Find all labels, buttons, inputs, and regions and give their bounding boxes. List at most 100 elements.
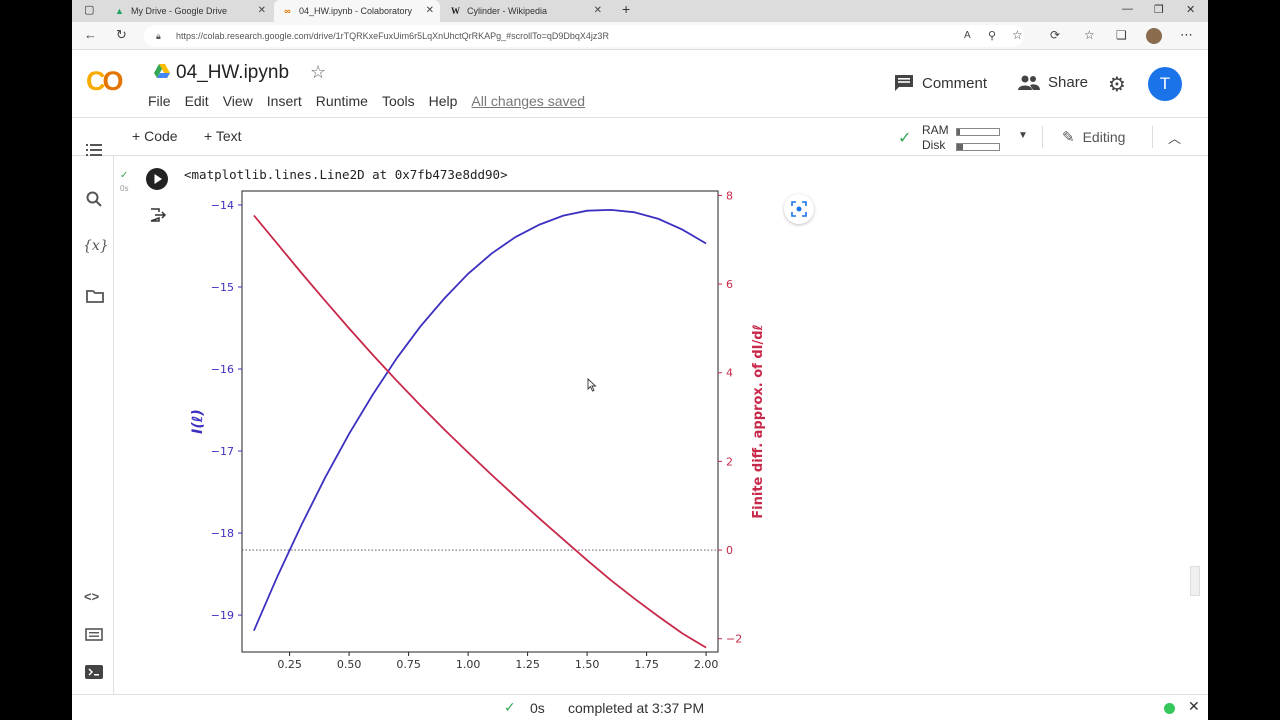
close-icon[interactable]: ✕ [594,5,602,16]
status-bar: ✓ 0s completed at 3:37 PM ✕ [72,694,1208,720]
reload-icon[interactable]: ↻ [116,27,127,43]
ram-fill [957,129,961,135]
google-drive-icon[interactable] [154,64,170,78]
scrollbar-thumb[interactable] [1190,566,1200,596]
lock-icon: 🔒︎ [156,31,161,41]
extensions-icon[interactable]: ⟳ [1050,28,1060,42]
command-palette-icon[interactable] [85,628,103,641]
status-duration: 0s [530,700,545,716]
chevron-down-icon[interactable]: ▼ [1018,130,1028,141]
left-y-tick-label: −15 [211,281,234,294]
divider [1042,126,1043,148]
close-icon[interactable]: ✕ [1188,698,1200,715]
collections-icon[interactable]: ❏ [1116,28,1127,42]
browser-tab-drive[interactable]: ▲ My Drive - Google Drive ✕ [106,0,272,22]
focus-frame-icon [791,201,807,217]
new-tab-icon[interactable]: + [622,1,630,17]
colab-header: CO 04_HW.ipynb ☆ File Edit View Insert R… [72,50,1208,118]
x-tick-label: 2.00 [694,658,719,671]
notebook-cell-area: ✓ 0s <matplotlib.lines.Line2D at 0x7fb47… [114,156,1208,694]
editing-mode-button[interactable]: ✎ Editing [1062,128,1125,146]
save-status[interactable]: All changes saved [471,93,585,109]
left-y-tick-label: −19 [211,609,234,622]
zoom-icon[interactable]: ⚲ [988,29,996,42]
left-sidebar [72,156,114,694]
browser-tab-colab[interactable]: ∞ 04_HW.ipynb - Colaboratory ✕ [274,0,440,22]
comment-icon [895,75,913,91]
add-text-button[interactable]: + Text [204,128,242,144]
menu-view[interactable]: View [223,93,253,109]
tab-actions-icon[interactable]: ▢ [84,3,94,16]
ram-label: RAM [922,123,949,137]
x-tick-label: 0.75 [396,658,421,671]
notebook-toolbar: + Code + Text ✓ RAM Disk ▼ ✎ Editing ︿ [72,118,1208,156]
menu-file[interactable]: File [148,93,171,109]
minimize-icon[interactable]: — [1122,3,1133,15]
wikipedia-icon: W [451,6,460,16]
notebook-title[interactable]: 04_HW.ipynb [176,62,289,84]
menu-runtime[interactable]: Runtime [316,93,368,109]
left-y-tick-label: −17 [211,445,234,458]
search-icon[interactable] [86,191,102,207]
cell-exec-time: 0s [120,184,129,193]
add-code-button[interactable]: + Code [132,128,178,144]
url-field[interactable]: 🔒︎ https://colab.research.google.com/dri… [144,25,1024,47]
table-of-contents-icon[interactable] [86,144,102,156]
code-snippets-icon[interactable]: <> [84,589,99,604]
comment-label: Comment [922,74,988,92]
status-check-icon: ✓ [504,699,516,715]
browser-tab-wikipedia[interactable]: W Cylinder - Wikipedia ✕ [442,0,608,22]
chevron-up-icon[interactable]: ︿ [1168,128,1181,147]
left-y-tick-label: −18 [211,527,234,540]
status-completed[interactable]: completed at 3:37 PM [568,700,704,716]
google-drive-icon: ▲ [115,6,124,16]
divider [1152,126,1153,148]
terminal-icon[interactable] [85,665,103,679]
colab-logo[interactable]: CO [86,66,124,97]
right-y-tick-label: 8 [726,189,733,202]
run-cell-button[interactable] [146,168,168,190]
output-menu-icon[interactable] [150,208,166,222]
tab-title: My Drive - Google Drive [131,6,228,16]
gear-icon[interactable]: ⚙ [1108,72,1126,97]
avatar[interactable]: T [1148,67,1182,101]
cell-success-check-icon: ✓ [120,170,129,181]
restore-icon[interactable]: ❐ [1154,3,1164,16]
menu-edit[interactable]: Edit [185,93,209,109]
colab-icon: ∞ [284,6,291,16]
add-code-label: Code [144,128,178,144]
more-menu-icon[interactable]: ⋯ [1180,27,1193,43]
connection-status-dot [1164,703,1175,714]
close-icon[interactable]: ✕ [258,5,266,16]
profile-avatar[interactable] [1146,28,1162,44]
comment-button[interactable]: Comment [894,74,987,92]
star-icon[interactable]: ☆ [310,62,326,83]
folder-icon[interactable] [86,289,104,303]
browser-window: ▢ ▲ My Drive - Google Drive ✕ ∞ 04_HW.ip… [72,0,1208,720]
back-arrow-icon[interactable]: ← [84,27,97,42]
window-close-icon[interactable]: ✕ [1186,3,1195,16]
menu-tools[interactable]: Tools [382,93,415,109]
pencil-icon: ✎ [1062,129,1075,146]
play-icon [154,174,162,184]
editing-label: Editing [1082,129,1126,145]
url-text: https://colab.research.google.com/drive/… [176,31,609,41]
view-output-fullscreen-button[interactable] [784,194,814,224]
plot-frame [241,190,719,653]
close-icon[interactable]: ✕ [426,5,434,16]
favorites-icon[interactable]: ☆ [1084,28,1095,42]
variables-icon[interactable]: {x} [83,238,109,254]
ram-bar [956,128,1000,136]
disk-bar [956,143,1000,151]
menu-help[interactable]: Help [429,93,458,109]
tab-title: Cylinder - Wikipedia [467,6,548,16]
menu-insert[interactable]: Insert [267,93,302,109]
resources-indicator[interactable]: ✓ RAM Disk ▼ [898,122,1028,152]
x-tick-label: 1.50 [575,658,600,671]
x-tick-label: 0.50 [337,658,362,671]
favorite-star-icon[interactable]: ☆ [1012,28,1023,42]
left-y-tick-label: −14 [211,199,234,212]
series-line-I [253,208,707,632]
share-button[interactable]: Share [1018,74,1088,91]
read-aloud-icon[interactable]: A [964,30,971,41]
